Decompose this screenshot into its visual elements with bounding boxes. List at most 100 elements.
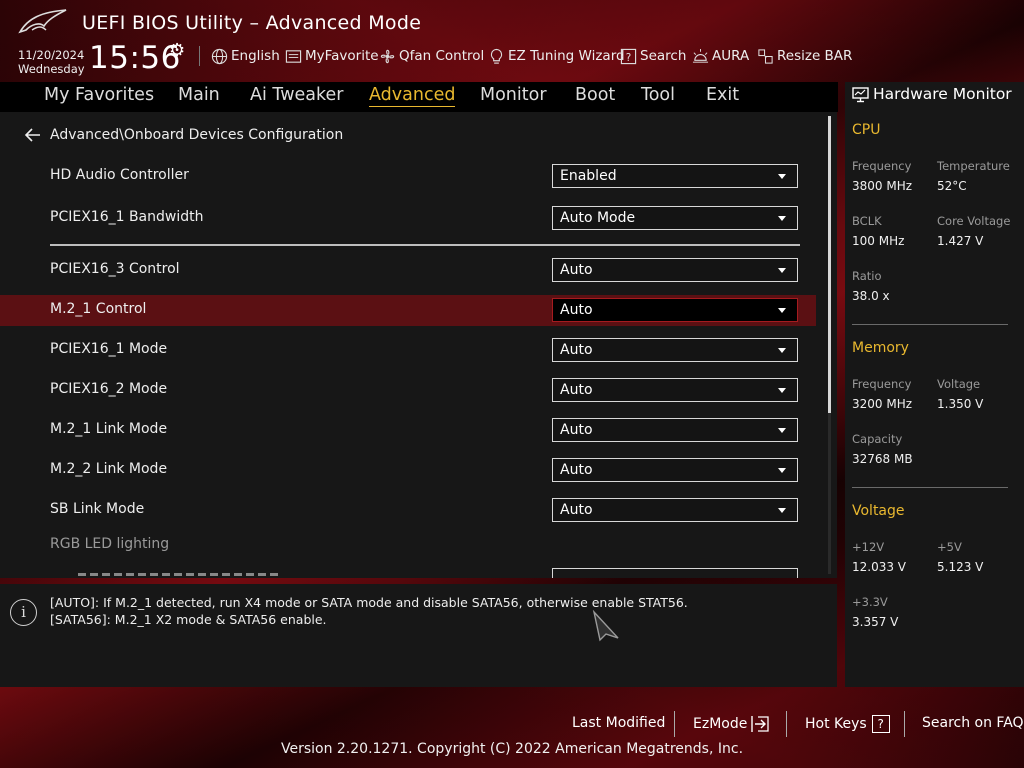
tab-exit[interactable]: Exit <box>706 85 739 105</box>
sb-link-mode-select[interactable]: Auto <box>552 498 798 522</box>
weekday-text: Wednesday <box>18 62 85 76</box>
chevron-down-icon <box>778 268 786 273</box>
v5-label: +5V <box>937 540 962 554</box>
myfavorite-button[interactable]: MyFavorite <box>284 46 379 66</box>
capacity-value: 32768 MB <box>852 452 913 466</box>
hot-keys-button[interactable]: Hot Keys ? <box>805 715 890 733</box>
section-divider <box>50 244 800 246</box>
hardware-monitor-title: Hardware Monitor <box>873 85 1012 103</box>
capacity-label: Capacity <box>852 432 903 446</box>
hd-audio-select[interactable]: Enabled <box>552 164 798 188</box>
memory-voltage-label: Voltage <box>937 377 981 391</box>
aura-button[interactable]: AURA <box>691 46 749 66</box>
tab-ai-tweaker[interactable]: Ai Tweaker <box>250 85 343 105</box>
ezmode-button[interactable]: EzMode <box>693 715 770 733</box>
ratio-label: Ratio <box>852 269 882 283</box>
qfan-button[interactable]: Qfan Control <box>378 46 484 66</box>
tab-monitor[interactable]: Monitor <box>480 85 547 105</box>
tab-tool[interactable]: Tool <box>641 85 675 105</box>
mouse-cursor-icon <box>592 610 619 642</box>
back-arrow-icon[interactable] <box>24 127 42 143</box>
toolbar-divider <box>199 46 200 66</box>
v12-label: +12V <box>852 540 885 554</box>
select-value: Enabled <box>560 168 617 184</box>
memory-frequency-label: Frequency <box>852 377 912 391</box>
ez-tuning-button[interactable]: EZ Tuning Wizard <box>487 46 625 66</box>
select-value: Auto <box>560 382 593 398</box>
select-value: Auto <box>560 262 593 278</box>
m2-1-link-mode-select[interactable]: Auto <box>552 418 798 442</box>
monitor-icon <box>852 87 869 103</box>
voltage-heading: Voltage <box>852 503 905 519</box>
tab-my-favorites[interactable]: My Favorites <box>44 85 154 105</box>
setting-label-pciex16-1-bandwidth: PCIEX16_1 Bandwidth <box>50 209 204 225</box>
pciex16-3-control-select[interactable]: Auto <box>552 258 798 282</box>
language-button[interactable]: English <box>210 46 280 66</box>
chevron-down-icon <box>778 174 786 179</box>
language-label: English <box>231 48 280 64</box>
select-value: Auto <box>560 422 593 438</box>
memory-frequency-value: 3200 MHz <box>852 397 913 411</box>
svg-text:?: ? <box>625 51 631 63</box>
v33-label: +3.3V <box>852 595 888 609</box>
setting-label-m2-1-link-mode: M.2_1 Link Mode <box>50 421 168 437</box>
help-text-line-2: [SATA56]: M.2_1 X2 mode & SATA56 enable. <box>50 612 327 627</box>
select-value: Auto <box>560 302 593 318</box>
favorite-icon <box>284 47 302 65</box>
m2-2-link-mode-select[interactable]: Auto <box>552 458 798 482</box>
resize-bar-button[interactable]: Resize BAR <box>756 46 852 66</box>
search-label: Search <box>640 48 687 64</box>
pciex16-1-mode-select[interactable]: Auto <box>552 338 798 362</box>
select-value: Auto <box>560 342 593 358</box>
aura-icon <box>691 47 709 65</box>
last-modified-button[interactable]: Last Modified <box>572 715 665 731</box>
select-value: Auto <box>560 502 593 518</box>
pciex16-2-mode-select[interactable]: Auto <box>552 378 798 402</box>
rog-logo <box>18 9 67 34</box>
chevron-down-icon <box>778 308 786 313</box>
chevron-down-icon <box>778 428 786 433</box>
setting-label-hd-audio: HD Audio Controller <box>50 167 189 183</box>
hot-keys-label: Hot Keys <box>805 716 867 732</box>
footer-divider <box>904 711 905 737</box>
cutoff-select-edge <box>552 568 798 578</box>
setting-label-pciex16-2-mode: PCIEX16_2 Mode <box>50 381 168 397</box>
info-icon: i <box>10 599 37 626</box>
tab-main[interactable]: Main <box>178 85 220 105</box>
footer-divider <box>674 711 675 737</box>
bclk-label: BCLK <box>852 214 882 228</box>
hw-divider <box>852 487 1008 488</box>
globe-icon <box>210 47 228 65</box>
section-heading-rgb: RGB LED lighting <box>50 536 170 552</box>
search-faq-button[interactable]: Search on FAQ <box>922 715 1024 731</box>
setting-label-m2-2-link-mode: M.2_2 Link Mode <box>50 461 168 477</box>
help-text-line-1: [AUTO]: If M.2_1 detected, run X4 mode o… <box>50 595 688 610</box>
breadcrumb: Advanced\Onboard Devices Configuration <box>50 127 344 143</box>
qfan-label: Qfan Control <box>399 48 485 64</box>
tab-boot[interactable]: Boot <box>575 85 615 105</box>
gear-icon[interactable]: ⚙ <box>169 40 185 61</box>
m2-1-control-select[interactable]: Auto <box>552 298 798 322</box>
memory-heading: Memory <box>852 340 909 356</box>
setting-label-sb-link-mode: SB Link Mode <box>50 501 145 517</box>
search-button[interactable]: ? Search <box>619 46 686 66</box>
tab-advanced[interactable]: Advanced <box>369 85 456 107</box>
v5-value: 5.123 V <box>937 560 984 574</box>
footer-divider <box>786 711 787 737</box>
v12-value: 12.033 V <box>852 560 907 574</box>
chevron-down-icon <box>778 468 786 473</box>
chevron-down-icon <box>778 508 786 513</box>
hw-divider <box>852 324 1008 325</box>
pciex16-1-bandwidth-select[interactable]: Auto Mode <box>552 206 798 230</box>
search-icon: ? <box>619 47 637 65</box>
myfavorite-label: MyFavorite <box>305 48 379 64</box>
search-faq-label: Search on FAQ <box>922 715 1024 731</box>
cpu-heading: CPU <box>852 122 881 138</box>
date-text: 11/20/2024 <box>18 48 85 62</box>
last-modified-label: Last Modified <box>572 715 666 731</box>
chevron-down-icon <box>778 216 786 221</box>
scrollbar-thumb[interactable] <box>828 116 831 413</box>
resize-bar-icon <box>756 47 774 65</box>
v33-value: 3.357 V <box>852 615 899 629</box>
setting-label-pciex16-1-mode: PCIEX16_1 Mode <box>50 341 168 357</box>
